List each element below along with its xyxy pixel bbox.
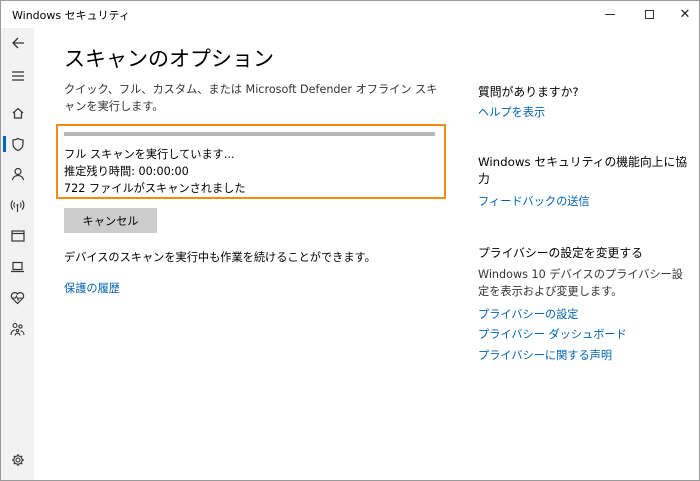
question-heading: 質問がありますか? — [478, 85, 579, 99]
help-link[interactable]: ヘルプを表示 — [478, 104, 545, 120]
privacy-text: Windows 10 デバイスのプライバシー設定を表示および変更します。 — [478, 268, 683, 298]
feedback-link[interactable]: フィードバックの送信 — [478, 193, 590, 209]
maximize-icon — [644, 10, 654, 19]
wifi-icon — [10, 200, 25, 212]
sidebar-item-device-health[interactable] — [1, 283, 34, 313]
close-icon: ✕ — [679, 7, 691, 22]
cancel-button[interactable]: キャンセル — [64, 208, 157, 233]
close-button[interactable]: ✕ — [665, 1, 700, 28]
sidebar-item-virus-protection[interactable] — [1, 129, 34, 159]
gear-icon — [11, 454, 24, 466]
back-button[interactable] — [1, 28, 34, 58]
privacy-statement-link[interactable]: プライバシーに関する声明 — [478, 347, 612, 363]
scan-status-text: フル スキャンを実行しています... — [64, 148, 235, 161]
laptop-icon — [11, 261, 24, 273]
page-description: クイック、フル、カスタム、または Microsoft Defender オフライ… — [64, 83, 438, 113]
home-icon — [12, 107, 23, 119]
app-window: Windows セキュリティ ✕ スキャンのオプション クイック、フル、カスタム… — [0, 0, 700, 481]
scan-progress-fill — [64, 132, 435, 136]
hamburger-icon — [11, 71, 24, 81]
back-arrow-icon — [11, 37, 24, 49]
family-icon — [10, 322, 25, 336]
sidebar-item-home[interactable] — [1, 98, 34, 128]
privacy-settings-link[interactable]: プライバシーの設定 — [478, 306, 578, 322]
title-bar: Windows セキュリティ ✕ — [1, 1, 699, 28]
sidebar-item-settings[interactable] — [1, 445, 34, 475]
shield-icon — [11, 137, 24, 151]
background-note: デバイスのスキャンを実行中も作業を続けることができます。 — [64, 251, 376, 264]
sidebar-item-device-security[interactable] — [1, 252, 34, 282]
sidebar — [1, 28, 34, 480]
sidebar-item-family[interactable] — [1, 314, 34, 344]
heart-icon — [10, 292, 25, 305]
protection-history-link[interactable]: 保護の履歴 — [64, 280, 120, 296]
main-content: スキャンのオプション クイック、フル、カスタム、または Microsoft De… — [34, 28, 699, 480]
scan-progress-bar — [64, 132, 435, 136]
sidebar-item-account[interactable] — [1, 159, 34, 189]
menu-button[interactable] — [1, 61, 34, 91]
app-title: Windows セキュリティ — [12, 9, 130, 22]
scan-remaining-time: 推定残り時間: 00:00:00 — [64, 165, 189, 178]
page-title: スキャンのオプション — [64, 47, 274, 71]
minimize-button[interactable] — [590, 1, 630, 28]
sidebar-item-firewall[interactable] — [1, 191, 34, 221]
privacy-heading: プライバシーの設定を変更する — [478, 246, 643, 260]
privacy-dashboard-link[interactable]: プライバシー ダッシュボード — [478, 326, 627, 342]
feedback-heading: Windows セキュリティの機能向上に協力 — [478, 155, 688, 186]
person-icon — [11, 167, 24, 181]
maximize-button[interactable] — [629, 1, 669, 28]
sidebar-item-app-browser[interactable] — [1, 221, 34, 251]
minimize-icon — [605, 14, 615, 15]
scan-file-count: 722 ファイルがスキャンされました — [64, 182, 246, 195]
app-window-icon — [10, 230, 25, 242]
